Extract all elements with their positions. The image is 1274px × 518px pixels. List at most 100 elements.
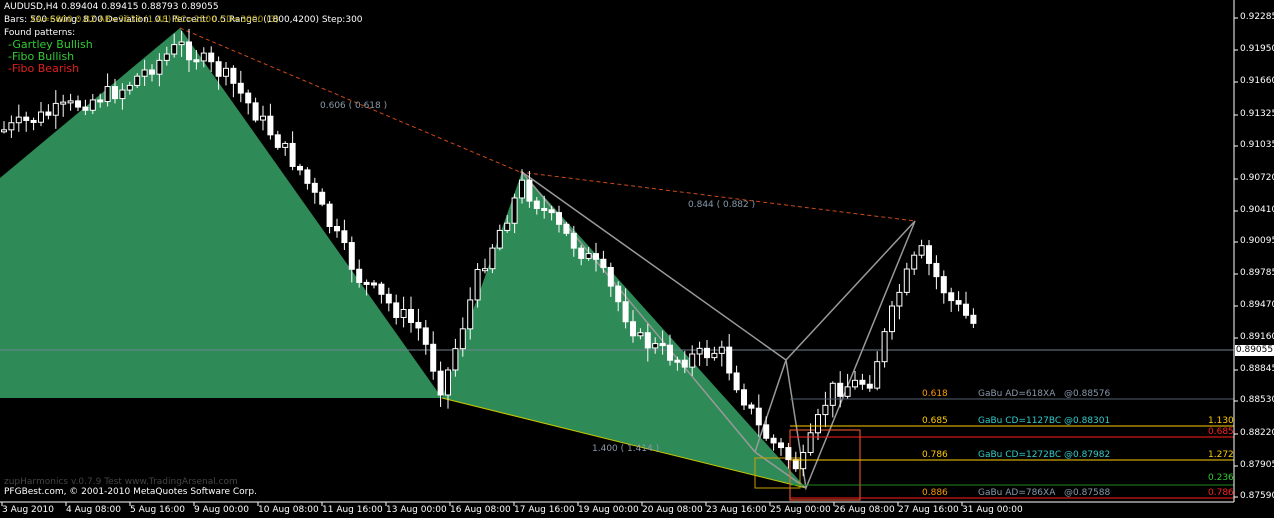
candle-body [75,100,81,108]
candle-body [415,321,422,329]
fib-price-label: @0.88576 [1064,389,1111,399]
candle-body [526,179,533,202]
candle-body [252,102,259,121]
candle-body [644,332,651,349]
fib-ratio-label: 0.886 [922,488,948,498]
fib-desc-label: GaBu CD=1272BC [978,450,1062,460]
price-tick-label: 0.91660 [1240,76,1274,86]
candle-body [371,282,377,286]
candle-body [948,292,955,302]
candle-body [274,134,281,148]
candle-body [482,268,488,272]
candle-body [134,75,141,86]
candle-body [726,346,733,374]
candle-body [326,203,333,227]
candle-body [282,142,289,148]
candle-body [341,230,348,244]
candle-body [171,44,178,55]
candle-body [963,303,969,316]
fib-price-label: @0.87982 [1064,450,1111,460]
candle-body [681,359,688,368]
candle-body [400,308,407,318]
candle-body [23,116,30,121]
candle-body [445,369,451,396]
candle-body [763,424,770,439]
candle-body [792,459,799,470]
candle-body [607,266,614,287]
fib-ratio-label: 0.618 [922,389,948,399]
price-tick-label: 0.88220 [1240,428,1274,438]
candle-body [955,300,962,305]
price-tick-label: 0.91035 [1240,140,1274,150]
price-tick-label: 0.91950 [1240,44,1274,54]
candle-body [304,169,311,184]
pattern-fibo-bearish: -Fibo Bearish [8,62,80,75]
time-tick-label: 4 Aug 08:00 [66,505,121,515]
candle-body [408,308,414,323]
candle-body [829,382,836,406]
ratio-label: 1.400 ( 1.414 ) [592,444,660,454]
time-tick-label: 16 Aug 08:00 [450,505,511,515]
candle-body [933,262,940,278]
candle-body [807,432,814,453]
current-price-label: 0.89055 [1235,345,1274,356]
candle-body [940,276,947,294]
candle-body [430,343,437,372]
fib-price-label: @0.87588 [1064,488,1111,498]
candle-body [200,52,207,62]
chart-overlap-text: XA=6800 0.82 AB=3639 (1.48) BC=2500 CD=3… [30,15,279,25]
candle-body [230,67,237,84]
fib-right-label: 0.685 [1208,427,1234,437]
chart-symbol-line: AUDUSD,H4 0.89404 0.89415 0.88793 0.8905… [4,2,219,12]
candle-body [245,92,252,104]
fib-right-label: 1.272 [1208,450,1234,460]
candle-body [363,281,370,285]
price-tick-label: 0.92285 [1240,12,1274,22]
fib-price-label: @0.88301 [1064,416,1111,426]
candle-body [741,389,747,406]
price-chart[interactable] [0,0,1274,518]
candle-body [459,328,466,350]
candle-body [467,299,474,330]
candle-body [911,254,918,270]
time-tick-label: 27 Aug 16:00 [898,505,959,515]
candle-body [178,41,185,46]
candle-body [785,447,792,461]
candle-body [667,344,673,361]
candle-body [718,346,725,354]
time-tick-label: 17 Aug 16:00 [514,505,575,515]
candle-body [97,99,104,103]
candle-body [1,129,7,133]
time-tick-label: 10 Aug 08:00 [258,505,319,515]
candle-body [496,229,503,249]
candle-body [570,232,577,249]
price-tick-label: 0.89160 [1240,332,1274,342]
candle-body [711,352,718,359]
candle-body [918,245,925,256]
candle-body [511,197,518,224]
fib-right-label: 0.786 [1208,488,1234,498]
candle-body [533,200,540,209]
price-tick-label: 0.88845 [1240,364,1274,374]
time-tick-label: 25 Aug 00:00 [770,505,831,515]
candle-body [615,285,622,303]
candle-body [378,283,385,295]
price-tick-label: 0.90720 [1240,173,1274,183]
candle-body [585,253,592,259]
price-tick-label: 0.87590 [1240,491,1274,501]
candle-body [970,314,977,324]
candle-body [630,321,636,337]
candle-body [837,382,844,397]
candle-body [348,242,355,270]
candle-body [770,437,777,444]
candle-body [889,305,895,333]
found-patterns-label: Found patterns: [4,28,76,38]
candle-body [437,370,444,396]
candle-body [556,212,562,225]
price-tick-label: 0.90410 [1240,205,1274,215]
candle-body [60,101,67,105]
candle-body [393,302,400,318]
candle-body [489,247,496,270]
candle-body [8,122,15,131]
candle-body [30,119,37,123]
